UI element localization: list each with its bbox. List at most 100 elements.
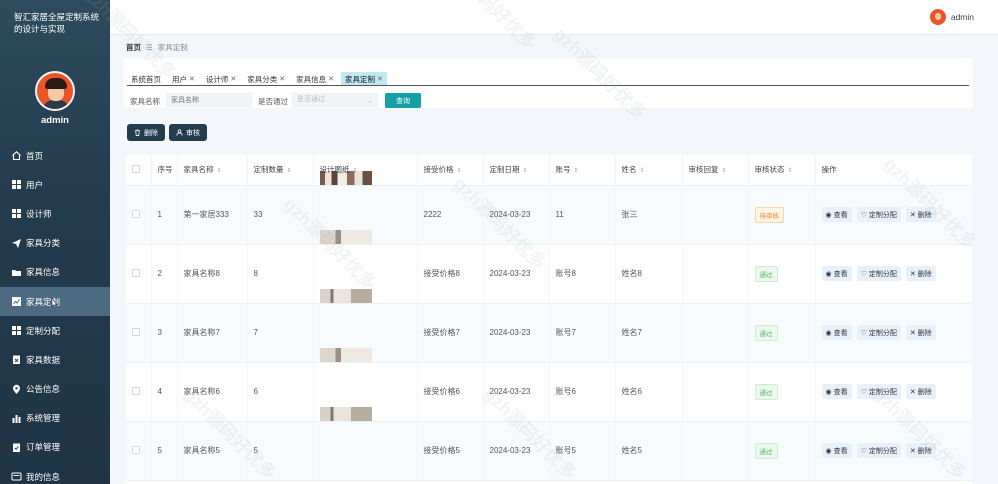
id-card-icon [11,471,22,482]
row-checkbox[interactable] [132,209,140,218]
top-user-menu[interactable]: admin [929,9,974,25]
sidebar-item-1[interactable]: 用户 [0,170,110,199]
row-select[interactable] [126,185,152,245]
query-button[interactable]: 查询 [385,93,421,108]
column-header-7[interactable]: 姓名 ⇕ [615,155,683,186]
close-icon[interactable]: ✕ [328,75,334,83]
heart-icon: ♡ [860,270,867,278]
avatar[interactable] [35,71,75,111]
sidebar-item-2[interactable]: 设计师 [0,199,110,228]
design-thumbnail[interactable] [319,347,372,362]
assign-button[interactable]: ♡ 定制分配 [856,266,901,281]
assign-button[interactable]: ♡ 定制分配 [856,443,901,458]
column-header-5[interactable]: 定制日期 ⇕ [483,155,550,186]
assign-button[interactable]: ♡ 定制分配 [856,384,901,399]
cell-account: 账号8 [549,244,616,304]
sidebar-item-7[interactable]: 家具数据 [0,345,110,374]
column-header-8[interactable]: 审核回复 ⇕ [682,155,749,186]
row-delete-button[interactable]: ✕ 删除 [905,207,936,222]
tab-2[interactable]: 设计师 ✕ [202,72,240,86]
row-select[interactable] [126,362,152,422]
sort-icon[interactable]: ⇕ [353,168,358,174]
tab-1[interactable]: 用户 ✕ [168,72,199,86]
cell-index: 2 [151,244,178,304]
sort-icon[interactable]: ⇕ [722,168,727,174]
assign-button[interactable]: ♡ 定制分配 [856,207,901,222]
sort-icon[interactable]: ⇕ [574,168,579,174]
sidebar-item-9[interactable]: 系统管理 [0,404,110,433]
view-button[interactable]: ◉ 查看 [821,266,852,281]
cell-person-text: 姓名8 [621,269,642,278]
view-button[interactable]: ◉ 查看 [821,325,852,340]
table-row: 1 第一家居333 33 2222 2024-03-23 11 张三 待审核 ◉ 查看 ♡ 定制分配 ✕… [126,170,972,245]
column-header-4[interactable]: 接受价格 ⇕ [417,155,484,186]
view-label: 查看 [833,447,848,455]
close-icon[interactable]: ✕ [189,75,195,83]
cell-account-text: 11 [555,210,564,219]
cell-name-text: 家具名称5 [183,446,220,455]
cell-quantity-text: 8 [253,269,258,278]
design-thumbnail[interactable] [319,406,372,421]
cell-person: 姓名6 [615,362,683,422]
select-all-checkbox[interactable] [132,164,140,173]
close-icon: ✕ [909,447,916,455]
sidebar: 智汇家居全屋定制系统的设计与实现 admin 首页 用户 设计师 家具分类 家具信息 家具… [0,0,110,484]
pass-select[interactable]: 是否通过 ⌄ [292,93,378,107]
assign-button[interactable]: ♡ 定制分配 [856,325,901,340]
sort-icon[interactable]: ⇕ [457,168,462,174]
view-button[interactable]: ◉ 查看 [821,384,852,399]
column-header-6[interactable]: 账号 ⇕ [549,155,616,186]
view-button[interactable]: ◉ 查看 [821,207,852,222]
row-checkbox[interactable] [132,268,140,277]
design-thumbnail[interactable] [319,288,372,303]
sidebar-item-6[interactable]: 定制分配 [0,316,110,345]
row-checkbox[interactable] [132,386,140,395]
tab-5[interactable]: 家具定制 ✕ [341,72,387,86]
column-header-9[interactable]: 审核状态 ⇕ [748,155,816,186]
column-header-2[interactable]: 定制数量 ⇕ [247,155,314,186]
tab-4[interactable]: 家具信息 ✕ [292,72,338,86]
close-icon[interactable]: ✕ [230,75,236,83]
row-checkbox[interactable] [132,445,140,454]
audit-button[interactable]: 审核 [169,124,207,141]
sort-icon[interactable]: ⇕ [788,168,793,174]
row-select[interactable] [126,303,152,363]
row-delete-button[interactable]: ✕ 删除 [905,443,936,458]
cell-price: 接受价格6 [417,362,484,422]
sidebar-item-11[interactable]: 我的信息 [0,462,110,484]
tab-3[interactable]: 家具分类 ✕ [243,72,289,86]
sidebar-item-10[interactable]: 订单管理 [0,433,110,462]
sidebar-item-8[interactable]: 公告信息 [0,375,110,404]
name-search-input[interactable] [166,93,252,107]
column-header-1[interactable]: 家具名称 ⇕ [177,155,248,186]
tab-0[interactable]: 系统首页 [127,72,165,86]
avatar-hair [45,78,67,89]
sidebar-item-4[interactable]: 家具信息 [0,258,110,287]
row-delete-button[interactable]: ✕ 删除 [905,325,936,340]
design-thumbnail[interactable] [319,229,372,244]
row-delete-button[interactable]: ✕ 删除 [905,384,936,399]
column-header-label: 审核状态 [754,165,785,175]
close-icon[interactable]: ✕ [377,75,383,83]
sidebar-item-0[interactable]: 首页 [0,141,110,170]
row-checkbox[interactable] [132,327,140,336]
sidebar-item-3[interactable]: 家具分类 [0,229,110,258]
view-button[interactable]: ◉ 查看 [821,443,852,458]
cell-quantity: 33 [247,185,314,245]
delete-button[interactable]: 删除 [127,124,165,141]
delete-button-label: 删除 [144,129,158,137]
cell-reply [682,303,749,363]
cell-price-text: 接受价格6 [423,387,460,396]
sort-icon[interactable]: ⇕ [287,168,292,174]
cell-price: 接受价格8 [417,244,484,304]
close-icon[interactable]: ✕ [279,75,285,83]
header-select-all[interactable] [126,155,152,186]
row-select[interactable] [126,244,152,304]
sort-icon[interactable]: ⇕ [523,168,528,174]
row-select[interactable] [126,421,152,481]
row-delete-button[interactable]: ✕ 删除 [905,266,936,281]
breadcrumb-home[interactable]: 首页 [126,42,141,53]
assign-label: 定制分配 [868,447,897,455]
sort-icon[interactable]: ⇕ [217,168,222,174]
sort-icon[interactable]: ⇕ [640,168,645,174]
